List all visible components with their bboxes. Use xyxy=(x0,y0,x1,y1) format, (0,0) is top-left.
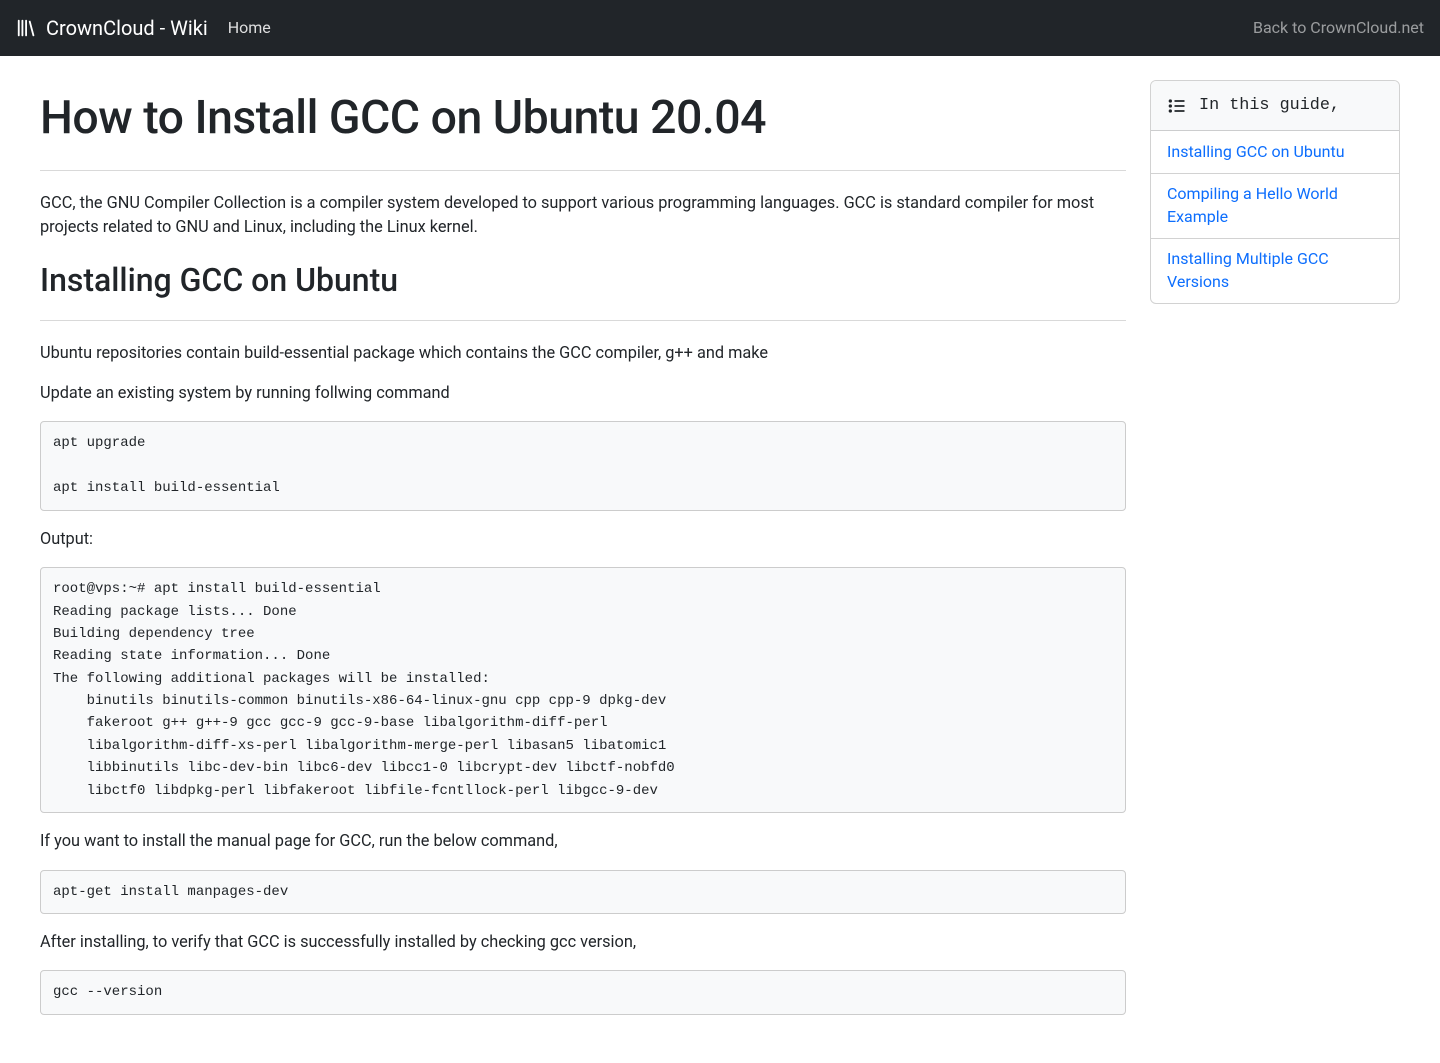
toc-header-text: In this guide, xyxy=(1199,93,1340,118)
divider xyxy=(40,170,1126,171)
code-block-version[interactable]: gcc --version xyxy=(40,970,1126,1014)
brand-text: CrownCloud - Wiki xyxy=(46,13,208,43)
divider xyxy=(40,320,1126,321)
paragraph: Update an existing system by running fol… xyxy=(40,381,1126,405)
toc-link-installing[interactable]: Installing GCC on Ubuntu xyxy=(1151,131,1399,174)
code-block-manpages[interactable]: apt-get install manpages-dev xyxy=(40,870,1126,914)
article-main: How to Install GCC on Ubuntu 20.04 GCC, … xyxy=(40,80,1126,1031)
top-navbar: CrownCloud - Wiki Home Back to CrownClou… xyxy=(0,0,1440,56)
page-title: How to Install GCC on Ubuntu 20.04 xyxy=(40,84,1126,154)
toc-header: In this guide, xyxy=(1151,81,1399,131)
nav-home[interactable]: Home xyxy=(228,16,271,40)
paragraph: If you want to install the manual page f… xyxy=(40,829,1126,853)
paragraph: Ubuntu repositories contain build-essent… xyxy=(40,341,1126,365)
brand-link[interactable]: CrownCloud - Wiki xyxy=(16,13,208,43)
intro-paragraph: GCC, the GNU Compiler Collection is a co… xyxy=(40,191,1126,240)
toc-sidebar: In this guide, Installing GCC on Ubuntu … xyxy=(1150,80,1400,304)
toc-link-multiple-versions[interactable]: Installing Multiple GCC Versions xyxy=(1151,239,1399,303)
books-icon xyxy=(16,17,38,39)
output-label: Output: xyxy=(40,527,1126,551)
page-container: How to Install GCC on Ubuntu 20.04 GCC, … xyxy=(0,56,1440,1063)
nav-back[interactable]: Back to CrownCloud.net xyxy=(1253,16,1424,40)
toc-card: In this guide, Installing GCC on Ubuntu … xyxy=(1150,80,1400,304)
toc-link-hello-world[interactable]: Compiling a Hello World Example xyxy=(1151,174,1399,239)
navbar-left: CrownCloud - Wiki Home xyxy=(16,13,271,43)
section-heading-install: Installing GCC on Ubuntu xyxy=(40,256,1126,304)
code-block-output[interactable]: root@vps:~# apt install build-essential … xyxy=(40,567,1126,813)
code-block-upgrade[interactable]: apt upgrade apt install build-essential xyxy=(40,421,1126,510)
paragraph: After installing, to verify that GCC is … xyxy=(40,930,1126,954)
list-icon xyxy=(1167,96,1187,116)
